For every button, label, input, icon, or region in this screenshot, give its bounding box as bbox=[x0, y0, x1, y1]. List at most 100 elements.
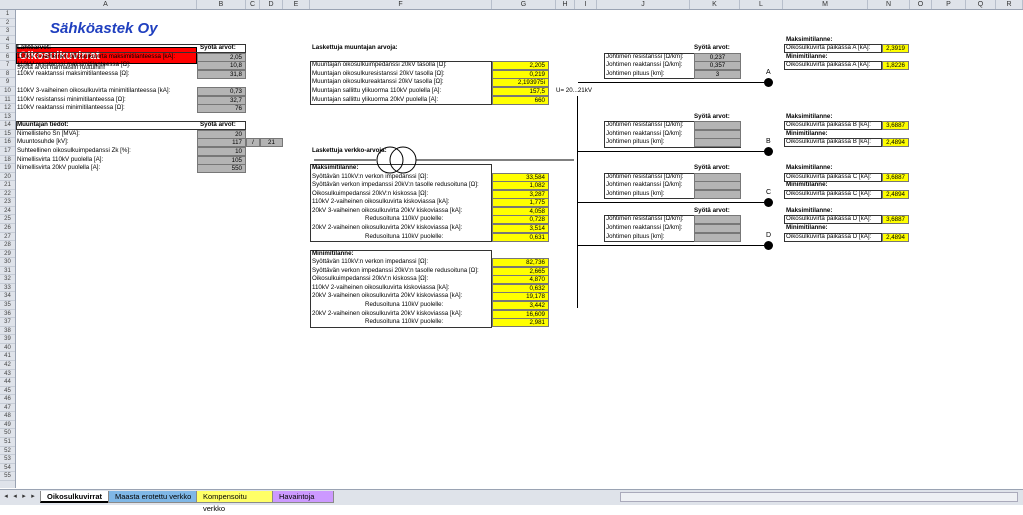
row-header-28[interactable]: 28 bbox=[0, 241, 15, 250]
row-header-33[interactable]: 33 bbox=[0, 284, 15, 293]
column-header-K[interactable]: K bbox=[690, 0, 740, 9]
result-min-header: Minimitilanne: bbox=[786, 52, 828, 60]
row-header-31[interactable]: 31 bbox=[0, 267, 15, 276]
column-header-J[interactable]: J bbox=[597, 0, 690, 9]
column-header-R[interactable]: R bbox=[996, 0, 1023, 9]
row-header-43[interactable]: 43 bbox=[0, 370, 15, 379]
row-header-26[interactable]: 26 bbox=[0, 224, 15, 233]
row-header-35[interactable]: 35 bbox=[0, 301, 15, 310]
row-header-47[interactable]: 47 bbox=[0, 404, 15, 413]
row-header-8[interactable]: 8 bbox=[0, 70, 15, 79]
result-box bbox=[784, 215, 882, 225]
row-header-20[interactable]: 20 bbox=[0, 173, 15, 182]
horizontal-scrollbar[interactable] bbox=[620, 492, 1018, 502]
row-header-38[interactable]: 38 bbox=[0, 327, 15, 336]
row-header-51[interactable]: 51 bbox=[0, 438, 15, 447]
row-header-23[interactable]: 23 bbox=[0, 198, 15, 207]
row-header-22[interactable]: 22 bbox=[0, 190, 15, 199]
tab-maasta-erotettu-verkko[interactable]: Maasta erotettu verkko bbox=[108, 491, 200, 503]
column-header-Q[interactable]: Q bbox=[966, 0, 996, 9]
row-header-13[interactable]: 13 bbox=[0, 113, 15, 122]
row-header-49[interactable]: 49 bbox=[0, 421, 15, 430]
fault-point-d[interactable] bbox=[764, 241, 773, 251]
row-header-52[interactable]: 52 bbox=[0, 447, 15, 456]
column-header-N[interactable]: N bbox=[868, 0, 910, 9]
column-header-F[interactable]: F bbox=[310, 0, 492, 9]
row-header-12[interactable]: 12 bbox=[0, 104, 15, 113]
row-header-34[interactable]: 34 bbox=[0, 292, 15, 302]
lahto-input-cell[interactable]: 76 bbox=[197, 104, 246, 114]
fault-point-a[interactable] bbox=[764, 78, 773, 88]
tab-havaintoja[interactable]: Havaintoja bbox=[272, 491, 334, 503]
row-header-11[interactable]: 11 bbox=[0, 96, 15, 105]
column-header-C[interactable]: C bbox=[246, 0, 260, 9]
row-header-21[interactable]: 21 bbox=[0, 181, 15, 190]
last-sheet-button[interactable]: ▸ bbox=[29, 492, 37, 502]
lahto-input-cell[interactable]: 31,8 bbox=[197, 69, 246, 79]
row-header-50[interactable]: 50 bbox=[0, 429, 15, 438]
column-header-I[interactable]: I bbox=[575, 0, 597, 9]
row-header-55[interactable]: 55 bbox=[0, 472, 15, 481]
column-header-O[interactable]: O bbox=[910, 0, 932, 9]
ratio-secondary-input[interactable]: 21 bbox=[260, 138, 283, 148]
row-header-37[interactable]: 37 bbox=[0, 318, 15, 327]
row-header-3[interactable]: 3 bbox=[0, 27, 15, 36]
row-header-36[interactable]: 36 bbox=[0, 310, 15, 319]
row-header-46[interactable]: 46 bbox=[0, 395, 15, 404]
row-header-30[interactable]: 30 bbox=[0, 258, 15, 267]
muuntaja-input-cell[interactable]: 550 bbox=[197, 164, 246, 174]
next-sheet-button[interactable]: ▸ bbox=[20, 492, 28, 502]
row-header-44[interactable]: 44 bbox=[0, 378, 15, 387]
row-header-24[interactable]: 24 bbox=[0, 207, 15, 216]
column-header-H[interactable]: H bbox=[556, 0, 575, 9]
row-header-7[interactable]: 7 bbox=[0, 61, 15, 70]
row-header-32[interactable]: 32 bbox=[0, 275, 15, 284]
row-header-53[interactable]: 53 bbox=[0, 455, 15, 464]
row-header-16[interactable]: 16 bbox=[0, 138, 15, 147]
row-header-48[interactable]: 48 bbox=[0, 412, 15, 421]
column-header-G[interactable]: G bbox=[492, 0, 556, 9]
column-header-L[interactable]: L bbox=[740, 0, 783, 9]
feeder-param-input[interactable] bbox=[694, 232, 741, 242]
row-header-27[interactable]: 27 bbox=[0, 233, 15, 242]
row-header-4[interactable]: 4 bbox=[0, 36, 15, 45]
row-header-15[interactable]: 15 bbox=[0, 130, 15, 139]
feeder-param-input[interactable] bbox=[694, 138, 741, 148]
column-header-E[interactable]: E bbox=[283, 0, 310, 9]
lahto-label: 110kV 3-vaiheinen oikosulkuvirta minimit… bbox=[17, 87, 171, 95]
column-header-M[interactable]: M bbox=[783, 0, 868, 9]
first-sheet-button[interactable]: ◂ bbox=[2, 492, 10, 502]
column-header-B[interactable]: B bbox=[197, 0, 246, 9]
tab-oikosulkuvirrat[interactable]: Oikosulkuvirrat bbox=[40, 491, 112, 503]
row-header-5[interactable]: 5 bbox=[0, 44, 15, 53]
row-header-41[interactable]: 41 bbox=[0, 352, 15, 361]
row-header-45[interactable]: 45 bbox=[0, 387, 15, 396]
feeder-param-input[interactable] bbox=[694, 189, 741, 199]
row-header-40[interactable]: 40 bbox=[0, 344, 15, 353]
maks-label: Oikosulkuimpedanssi 20kV:n kiskossa [Ω]: bbox=[312, 189, 429, 197]
row-header-19[interactable]: 19 bbox=[0, 164, 15, 173]
row-header-18[interactable]: 18 bbox=[0, 156, 15, 165]
column-header-P[interactable]: P bbox=[932, 0, 966, 9]
row-header-29[interactable]: 29 bbox=[0, 250, 15, 259]
row-header-17[interactable]: 17 bbox=[0, 147, 15, 156]
tab-kompensoitu-verkko[interactable]: Kompensoitu verkko bbox=[196, 491, 276, 513]
row-header-1[interactable]: 1 bbox=[0, 10, 15, 19]
row-header-2[interactable]: 2 bbox=[0, 19, 15, 28]
row-header-10[interactable]: 10 bbox=[0, 87, 15, 96]
result-max-header: Maksimitilanne: bbox=[786, 206, 833, 214]
row-header-9[interactable]: 9 bbox=[0, 78, 15, 88]
prev-sheet-button[interactable]: ◂ bbox=[11, 492, 19, 502]
row-header-42[interactable]: 42 bbox=[0, 361, 15, 370]
column-header-A[interactable]: A bbox=[15, 0, 197, 9]
fault-point-b[interactable] bbox=[764, 146, 773, 156]
row-header-39[interactable]: 39 bbox=[0, 335, 15, 344]
fault-point-c[interactable] bbox=[764, 198, 773, 208]
row-header-25[interactable]: 25 bbox=[0, 215, 15, 224]
row-header-14[interactable]: 14 bbox=[0, 121, 15, 130]
row-header-54[interactable]: 54 bbox=[0, 464, 15, 473]
feeder-param-input[interactable]: 3 bbox=[694, 69, 741, 79]
column-header-D[interactable]: D bbox=[260, 0, 283, 9]
row-header-6[interactable]: 6 bbox=[0, 53, 15, 62]
result-min-value: 2,4894 bbox=[882, 232, 909, 242]
